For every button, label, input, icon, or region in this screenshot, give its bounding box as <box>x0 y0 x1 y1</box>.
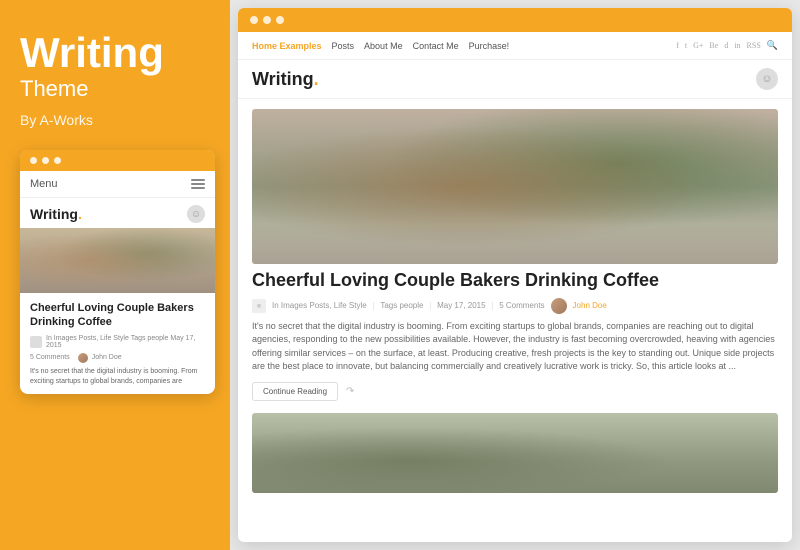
mobile-meta-row-2: 5 Comments John Doe <box>30 353 205 363</box>
mobile-logo: Writing. <box>30 206 82 222</box>
category-icon: ■ <box>252 299 266 313</box>
mobile-comments: 5 Comments <box>30 354 70 361</box>
browser-dot-1 <box>250 16 258 24</box>
article-hero-image <box>252 109 778 264</box>
mobile-hero-image <box>20 228 215 293</box>
rss-icon[interactable]: RSS <box>747 41 761 50</box>
dribbble-icon[interactable]: d <box>724 41 728 50</box>
meta-category: In Images Posts, Life Style <box>272 301 367 310</box>
meta-comments: 5 Comments <box>499 301 544 310</box>
browser-chrome <box>238 8 792 32</box>
site-navbar: Home Examples Posts About Me Contact Me … <box>238 32 792 60</box>
article-meta: ■ In Images Posts, Life Style | Tags peo… <box>252 298 778 314</box>
hamburger-icon[interactable] <box>191 179 205 189</box>
mobile-meta-icon <box>30 336 42 348</box>
site-header: Writing. ☺ <box>238 60 792 99</box>
behance-icon[interactable]: Be <box>709 41 718 50</box>
article-card-1: Cheerful Loving Couple Bakers Drinking C… <box>252 109 778 401</box>
mobile-dot-1 <box>30 157 37 164</box>
nav-posts[interactable]: Posts <box>332 41 355 51</box>
article-actions: Continue Reading ↷ <box>252 382 778 401</box>
linkedin-icon[interactable]: in <box>734 41 740 50</box>
browser-window: Home Examples Posts About Me Contact Me … <box>238 8 792 542</box>
share-icon[interactable]: ↷ <box>346 386 354 397</box>
mobile-meta-text: In Images Posts, Life Style Tags people … <box>46 335 205 349</box>
site-avatar-icon[interactable]: ☺ <box>756 68 778 90</box>
mobile-nav: Menu <box>20 171 215 198</box>
mobile-article-body: It's no secret that the digital industry… <box>30 367 205 387</box>
article-title: Cheerful Loving Couple Bakers Drinking C… <box>252 270 778 292</box>
search-icon[interactable]: 🔍 <box>767 40 778 51</box>
mobile-mockup: Menu Writing. ☺ Cheerful Loving Couple B… <box>20 150 215 394</box>
theme-title: Writing Theme <box>20 30 210 106</box>
google-plus-icon[interactable]: G+ <box>693 41 703 50</box>
nav-contact[interactable]: Contact Me <box>413 41 459 51</box>
meta-tags: Tags people <box>380 301 423 310</box>
right-panel: Home Examples Posts About Me Contact Me … <box>230 0 800 550</box>
twitter-icon[interactable]: t <box>685 41 687 50</box>
site-nav-links: Home Examples Posts About Me Contact Me … <box>252 41 509 51</box>
mobile-menu-label: Menu <box>30 178 58 190</box>
theme-author: By A-Works <box>20 112 210 128</box>
author-avatar <box>551 298 567 314</box>
mobile-meta-row: In Images Posts, Life Style Tags people … <box>30 335 205 349</box>
browser-content: Home Examples Posts About Me Contact Me … <box>238 32 792 542</box>
article-preview-2-image <box>252 413 778 493</box>
mobile-article-content: Cheerful Loving Couple Bakers Drinking C… <box>20 293 215 394</box>
left-panel: Writing Theme By A-Works Menu Writing. ☺ <box>0 0 230 550</box>
mobile-dot-3 <box>54 157 61 164</box>
article-excerpt: It's no secret that the digital industry… <box>252 320 778 374</box>
mobile-header: Writing. ☺ <box>20 198 215 228</box>
site-logo: Writing. <box>252 69 319 90</box>
mobile-article-title: Cheerful Loving Couple Bakers Drinking C… <box>30 301 205 330</box>
continue-reading-button[interactable]: Continue Reading <box>252 382 338 401</box>
facebook-icon[interactable]: f <box>676 41 679 50</box>
mobile-avatar-icon: ☺ <box>187 205 205 223</box>
browser-dot-2 <box>263 16 271 24</box>
nav-home[interactable]: Home Examples <box>252 41 322 51</box>
nav-purchase[interactable]: Purchase! <box>469 41 510 51</box>
mobile-author-avatar <box>78 353 88 363</box>
meta-date: May 17, 2015 <box>437 301 485 310</box>
mobile-author: John Doe <box>92 354 122 361</box>
site-social-icons: f t G+ Be d in RSS 🔍 <box>676 40 778 51</box>
mobile-dot-2 <box>42 157 49 164</box>
author-name: John Doe <box>573 301 607 310</box>
browser-dot-3 <box>276 16 284 24</box>
mobile-top-bar <box>20 150 215 171</box>
nav-about[interactable]: About Me <box>364 41 403 51</box>
site-main: Cheerful Loving Couple Bakers Drinking C… <box>238 99 792 542</box>
